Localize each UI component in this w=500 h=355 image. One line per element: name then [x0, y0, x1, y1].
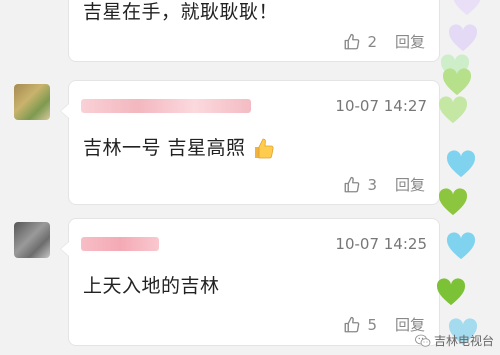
- reply-button[interactable]: 回复: [395, 31, 425, 52]
- heart-icon: [448, 24, 478, 52]
- reply-button[interactable]: 回复: [395, 174, 425, 195]
- comment-actions: 3 回复: [343, 174, 425, 195]
- heart-icon: [446, 150, 476, 178]
- bubble-tail: [60, 103, 69, 119]
- bubble-tail: [60, 241, 69, 257]
- username-blurred[interactable]: [81, 237, 159, 251]
- avatar[interactable]: [14, 84, 50, 120]
- like-count: 3: [367, 175, 377, 194]
- like-button[interactable]: 5: [343, 316, 377, 334]
- username-blurred[interactable]: [81, 99, 251, 113]
- comment-actions: 2 回复: [343, 31, 425, 52]
- like-button[interactable]: 3: [343, 176, 377, 194]
- heart-icon: [446, 232, 476, 260]
- comment-card-1: 吉星在手，就耿耿耿！ 2 回复: [68, 0, 440, 62]
- heart-icon: [438, 96, 468, 124]
- like-count: 5: [367, 315, 377, 334]
- heart-icon: [438, 188, 468, 216]
- comment-time: 10-07 14:27: [335, 97, 427, 115]
- comment-text: 上天入地的吉林: [83, 275, 220, 297]
- comment-card-3: 10-07 14:25 上天入地的吉林 5 回复: [60, 218, 440, 346]
- comment-card-2: 10-07 14:27 吉林一号 吉星高照 3 回复: [60, 80, 440, 205]
- comment-time: 10-07 14:25: [335, 235, 427, 253]
- wechat-icon: [415, 334, 431, 347]
- thumbs-up-emoji: [255, 138, 274, 158]
- heart-icon: [452, 0, 482, 16]
- watermark: 吉林电视台: [415, 332, 494, 349]
- comment-text: 吉星在手，就耿耿耿！: [83, 1, 279, 23]
- like-count: 2: [367, 32, 377, 51]
- heart-icon: [436, 278, 466, 306]
- comment-actions: 5 回复: [343, 314, 425, 335]
- heart-icon: [442, 68, 472, 96]
- watermark-text: 吉林电视台: [433, 334, 494, 348]
- like-button[interactable]: 2: [343, 33, 377, 51]
- comment-text-value: 吉林一号 吉星高照: [83, 137, 246, 159]
- thumbs-up-icon: [345, 316, 360, 332]
- avatar[interactable]: [14, 222, 50, 258]
- thumbs-up-icon: [345, 33, 360, 49]
- thumbs-up-icon: [345, 176, 360, 192]
- comment-text: 吉林一号 吉星高照: [83, 133, 276, 161]
